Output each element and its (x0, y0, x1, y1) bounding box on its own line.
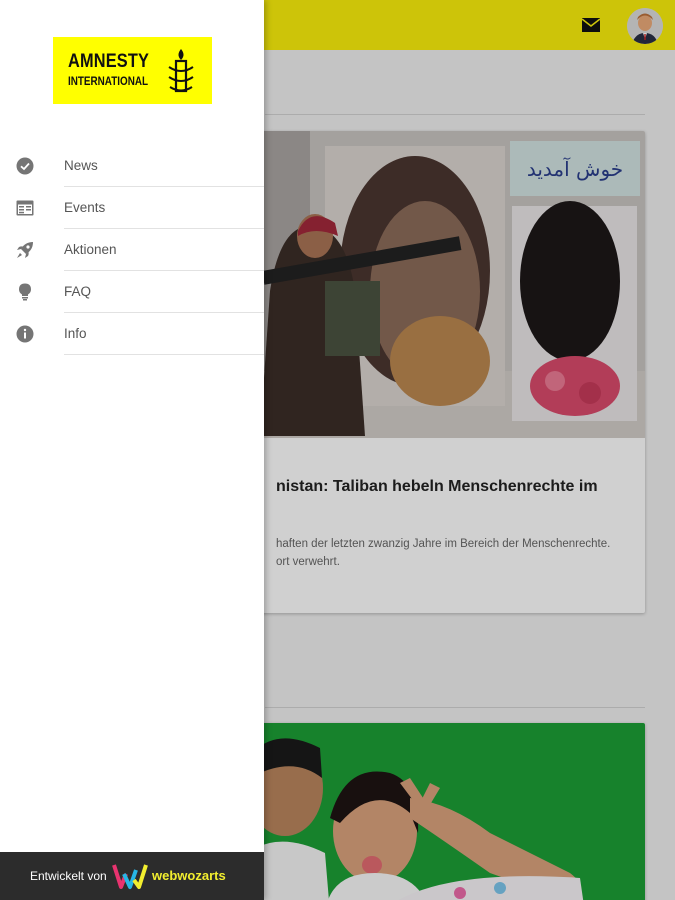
drawer-item-label: Aktionen (64, 242, 117, 257)
webwozarts-logo-icon (112, 864, 148, 889)
rocket-icon (17, 242, 33, 258)
drawer-item-label: Events (64, 200, 106, 215)
drawer-item-label: News (64, 158, 98, 173)
drawer-item-aktionen[interactable]: Aktionen (0, 229, 264, 271)
navigation-drawer: AMNESTY INTERNATIONAL News Events Aktion… (0, 0, 264, 900)
drawer-item-label: FAQ (64, 284, 92, 299)
drawer-item-info[interactable]: Info (0, 313, 264, 355)
drawer-item-news[interactable]: News (0, 145, 264, 187)
amnesty-logo[interactable]: AMNESTY INTERNATIONAL (53, 37, 212, 104)
calendar-icon (16, 200, 34, 216)
info-icon (16, 325, 34, 343)
drawer-item-events[interactable]: Events (0, 187, 264, 229)
drawer-menu: News Events Aktionen FAQ Info (0, 145, 264, 355)
footer-credit-text: Entwickelt von (30, 869, 107, 883)
drawer-item-faq[interactable]: FAQ (0, 271, 264, 313)
logo-text-line2: INTERNATIONAL (68, 76, 149, 88)
candle-barbed-wire-icon (168, 49, 194, 93)
developer-footer[interactable]: Entwickelt von webwozarts (0, 852, 264, 900)
lightbulb-icon (19, 283, 31, 301)
check-circle-icon (16, 157, 34, 175)
logo-text-line1: AMNESTY (68, 51, 150, 72)
menu-divider (64, 354, 264, 355)
drawer-item-label: Info (64, 326, 87, 341)
footer-brand-name: webwozarts (152, 868, 226, 883)
